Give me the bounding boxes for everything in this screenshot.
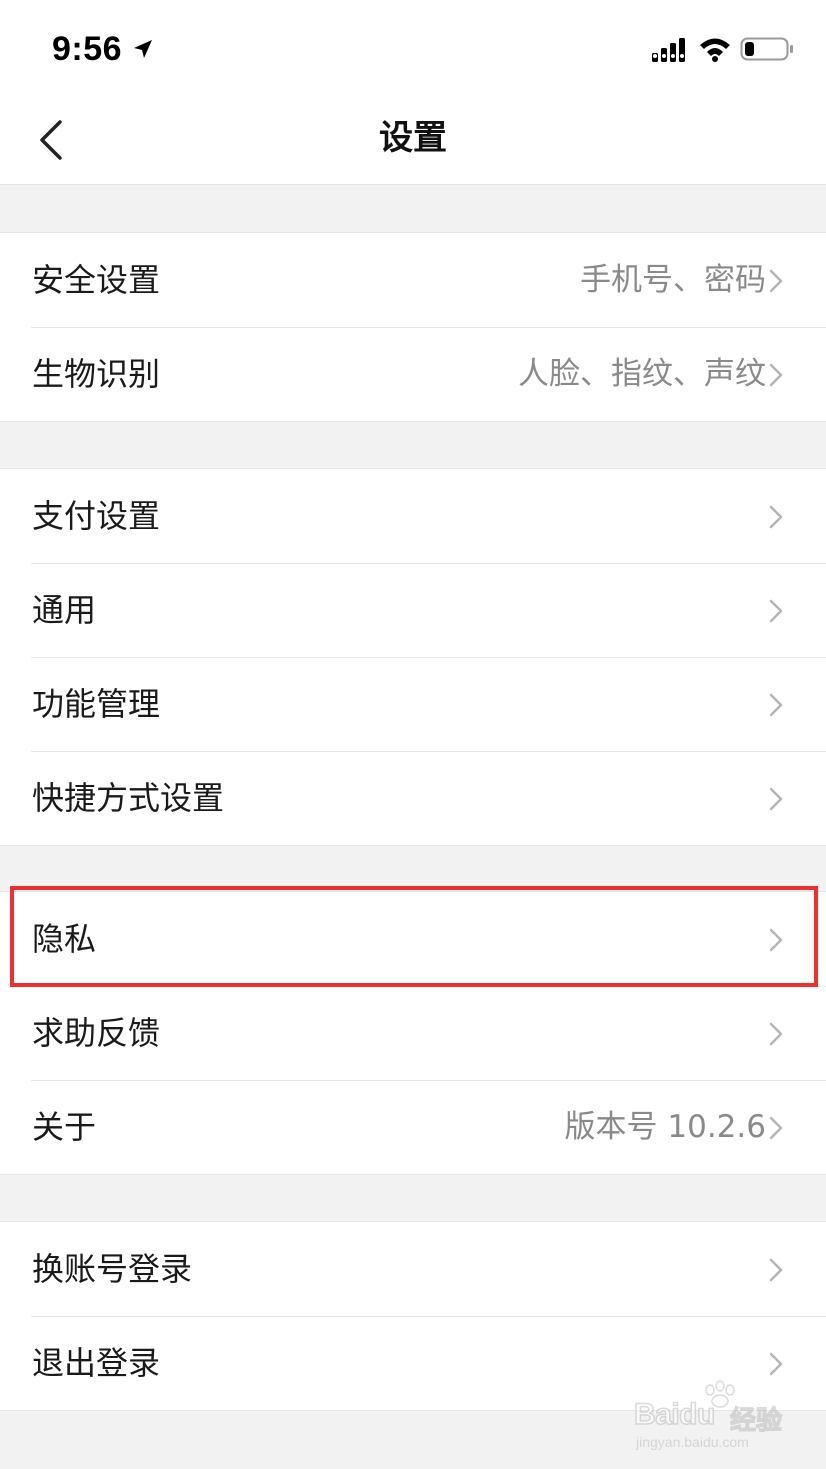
row-label: 求助反馈 bbox=[32, 1014, 161, 1052]
status-time: 9:56 bbox=[52, 30, 123, 68]
chevron-right-icon bbox=[769, 787, 783, 811]
row-label: 通用 bbox=[32, 591, 97, 629]
chevron-right-icon bbox=[769, 1258, 783, 1282]
chevron-right-icon bbox=[769, 928, 783, 952]
settings-group-general: 支付设置 通用 功能管理 快捷方式设置 bbox=[0, 468, 826, 846]
chevron-right-icon bbox=[769, 505, 783, 529]
row-label: 隐私 bbox=[32, 920, 97, 958]
settings-row-privacy[interactable]: 隐私 bbox=[0, 892, 826, 986]
status-bar: 9:56 bbox=[0, 0, 826, 92]
settings-row-payment[interactable]: 支付设置 bbox=[0, 469, 826, 563]
row-value: 版本号 10.2.6 bbox=[564, 1109, 766, 1145]
settings-row-shortcuts[interactable]: 快捷方式设置 bbox=[0, 751, 826, 845]
row-label: 安全设置 bbox=[32, 261, 161, 299]
settings-row-switch-account[interactable]: 换账号登录 bbox=[0, 1222, 826, 1316]
row-label: 支付设置 bbox=[32, 497, 161, 535]
row-label: 关于 bbox=[32, 1108, 97, 1146]
settings-row-help-feedback[interactable]: 求助反馈 bbox=[0, 986, 826, 1080]
wifi-icon bbox=[700, 38, 730, 62]
row-label: 生物识别 bbox=[32, 355, 161, 393]
location-arrow-icon bbox=[134, 40, 152, 58]
baidu-jingyan-watermark: Baidu 经验 jingyan.baidu.com bbox=[630, 1380, 790, 1456]
chevron-right-icon bbox=[769, 1116, 783, 1140]
navigation-bar: 设置 bbox=[0, 92, 826, 185]
row-value: 手机号、密码 bbox=[580, 262, 766, 298]
settings-row-biometrics[interactable]: 生物识别 人脸、指纹、声纹 bbox=[0, 327, 826, 421]
watermark-cn: 经验 bbox=[729, 1405, 783, 1436]
chevron-right-icon bbox=[769, 693, 783, 717]
row-label: 快捷方式设置 bbox=[32, 779, 225, 817]
row-label: 退出登录 bbox=[32, 1344, 161, 1382]
settings-row-security[interactable]: 安全设置 手机号、密码 bbox=[0, 233, 826, 327]
watermark-brand: Baidu bbox=[633, 1397, 716, 1432]
battery-icon bbox=[740, 37, 793, 61]
cellular-signal-icon bbox=[652, 38, 685, 62]
settings-row-about[interactable]: 关于 版本号 10.2.6 bbox=[0, 1080, 826, 1174]
chevron-right-icon bbox=[769, 269, 783, 293]
row-label: 换账号登录 bbox=[32, 1250, 193, 1288]
row-label: 功能管理 bbox=[32, 685, 161, 723]
settings-row-features[interactable]: 功能管理 bbox=[0, 657, 826, 751]
chevron-right-icon bbox=[769, 1022, 783, 1046]
row-value: 人脸、指纹、声纹 bbox=[518, 356, 766, 392]
chevron-right-icon bbox=[769, 363, 783, 387]
settings-group-account-security: 安全设置 手机号、密码 生物识别 人脸、指纹、声纹 bbox=[0, 232, 826, 422]
chevron-right-icon bbox=[769, 599, 783, 623]
watermark-url: jingyan.baidu.com bbox=[636, 1434, 749, 1450]
settings-group-privacy-help: 隐私 求助反馈 关于 版本号 10.2.6 bbox=[0, 891, 826, 1175]
chevron-right-icon bbox=[769, 1352, 783, 1376]
page-title: 设置 bbox=[379, 118, 447, 158]
settings-row-general[interactable]: 通用 bbox=[0, 563, 826, 657]
